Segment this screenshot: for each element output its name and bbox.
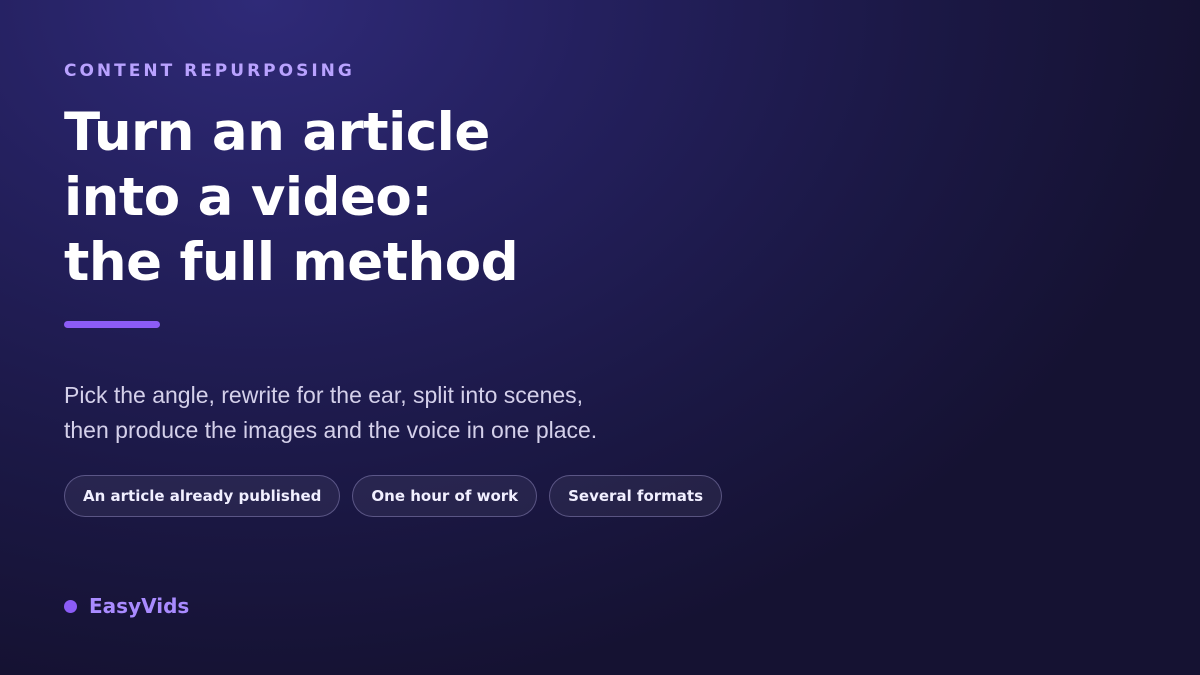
- eyebrow-label: CONTENT REPURPOSING: [64, 61, 355, 81]
- title-line-1: Turn an article: [64, 102, 490, 163]
- pill-article-published: An article already published: [64, 475, 341, 517]
- brand-mark: EasyVids: [64, 594, 189, 618]
- brand-name: EasyVids: [89, 594, 190, 618]
- subtitle: Pick the angle, rewrite for the ear, spl…: [64, 378, 597, 448]
- pill-several-formats: Several formats: [549, 475, 723, 517]
- pill-one-hour: One hour of work: [352, 475, 538, 517]
- brand-dot-icon: [64, 599, 77, 613]
- accent-divider: [64, 321, 160, 328]
- subtitle-line-1: Pick the angle, rewrite for the ear, spl…: [64, 382, 584, 408]
- subtitle-line-2: then produce the images and the voice in…: [64, 417, 598, 443]
- feature-pills: An article already published One hour of…: [64, 475, 723, 517]
- title-line-2: into a video:: [64, 167, 433, 228]
- page-title: Turn an article into a video: the full m…: [64, 100, 519, 295]
- title-line-3: the full method: [64, 232, 519, 293]
